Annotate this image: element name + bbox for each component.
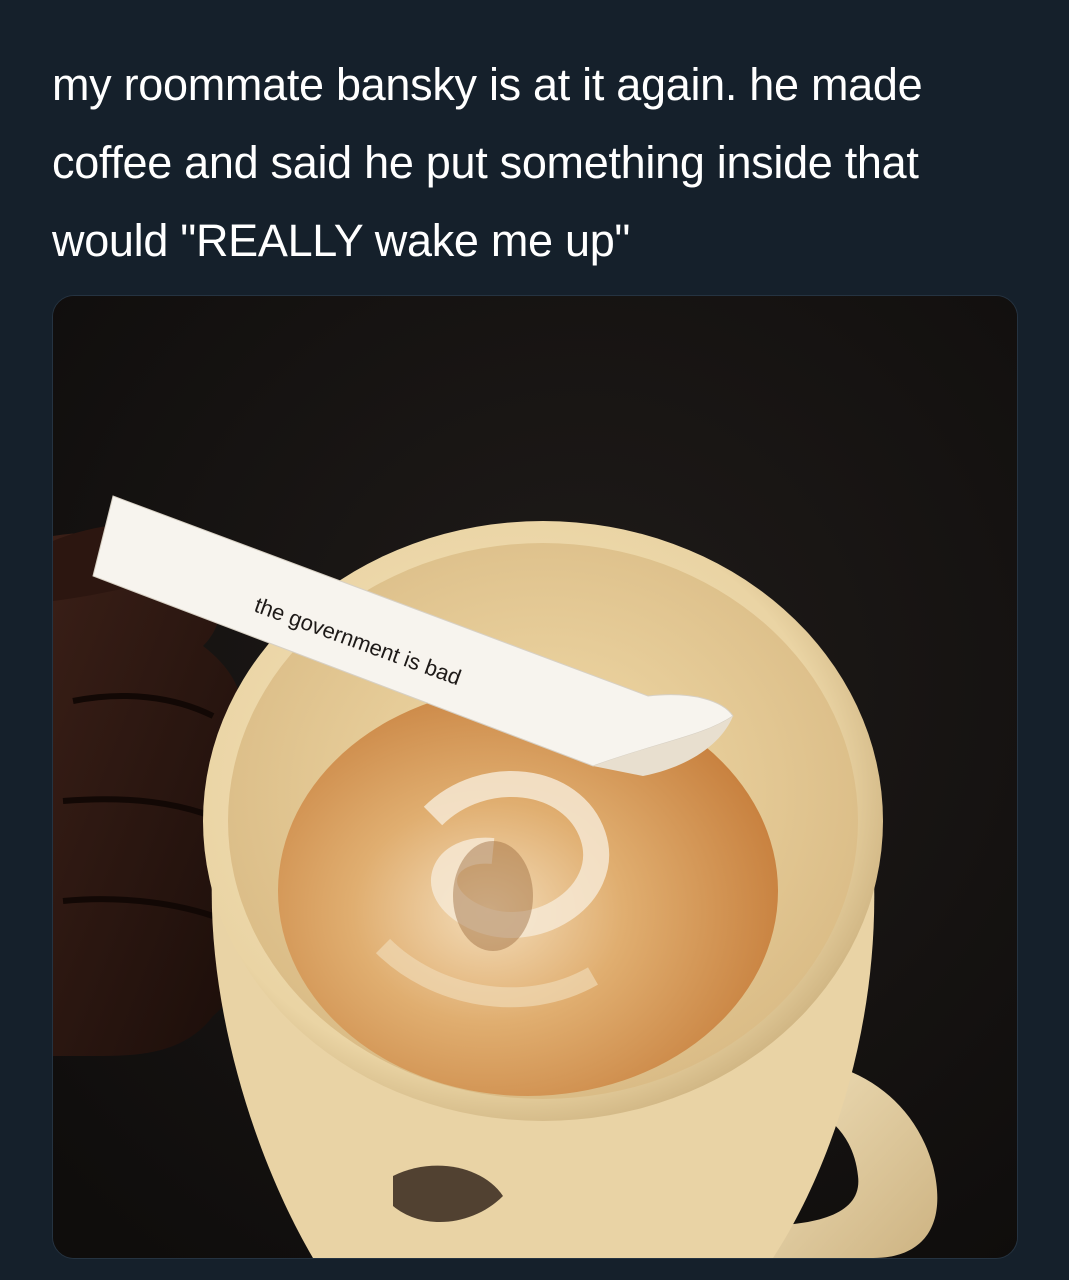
tweet-text: my roommate bansky is at it again. he ma… (52, 59, 923, 266)
coffee-fortune-photo: the government is bad (53, 296, 1017, 1258)
tweet-media-photo[interactable]: the government is bad (52, 295, 1018, 1259)
